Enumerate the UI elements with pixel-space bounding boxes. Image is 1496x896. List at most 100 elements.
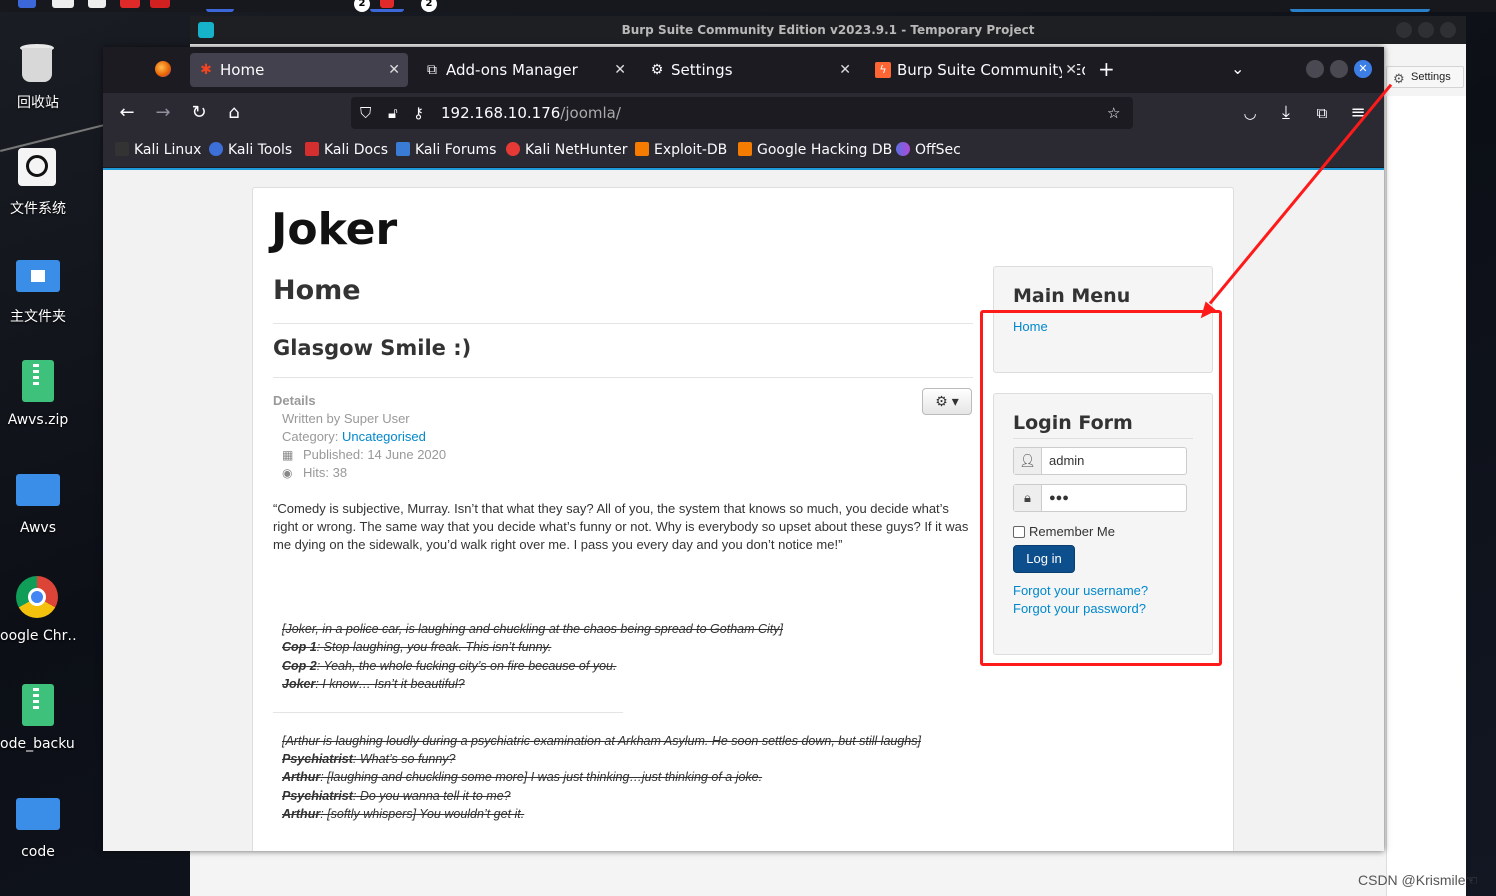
burp-titlebar: Burp Suite Community Edition v2023.9.1 -…	[190, 16, 1466, 44]
taskbar-app-icon[interactable]	[52, 0, 74, 8]
site-title[interactable]: Joker	[271, 204, 397, 255]
article-title: Glasgow Smile :)	[273, 336, 472, 360]
bookmark-kali-docs[interactable]: Kali Docs	[305, 133, 388, 168]
desktop-icon-code[interactable]: code	[0, 792, 76, 860]
desktop-icon-label: oogle Chr…	[0, 628, 76, 644]
line-text: : Stop laughing, you freak. This isn’t f…	[316, 640, 552, 654]
tab-home[interactable]: ✱ Home ✕	[190, 53, 408, 87]
maximize-button[interactable]	[1330, 60, 1348, 78]
bookmark-label: Exploit-DB	[654, 142, 728, 158]
dialogue-line: [Arthur is laughing loudly during a psyc…	[282, 734, 921, 748]
bookmark-kali-tools[interactable]: Kali Tools	[209, 133, 292, 168]
speaker: Psychiatrist	[282, 752, 353, 766]
nethunter-icon	[506, 142, 520, 156]
cpu-graph	[1290, 9, 1430, 12]
desktop-icon-home[interactable]: 主文件夹	[0, 254, 76, 326]
category-link[interactable]: Uncategorised	[342, 429, 426, 444]
category-label: Category:	[282, 429, 342, 444]
pocket-icon[interactable]: ◡	[1238, 101, 1262, 125]
desktop-icon-filesystem[interactable]: 文件系统	[0, 146, 76, 218]
zip-link-icon	[16, 684, 60, 728]
line-text: : I know… Isn’t it beautiful?	[315, 677, 465, 691]
speaker: Arthur	[282, 770, 321, 784]
desktop-icon-label: 回收站	[17, 95, 59, 111]
tab-burp[interactable]: ϟ Burp Suite Community Ed ✕	[867, 53, 1085, 87]
extensions-icon[interactable]: ⧉	[1310, 101, 1334, 125]
desktop-icon-label: 主文件夹	[10, 309, 66, 325]
close-button[interactable]	[1440, 22, 1456, 38]
desktop-icon-label: 文件系统	[10, 201, 66, 217]
firefox-icon[interactable]	[155, 61, 171, 77]
annotation-highlight-box	[980, 310, 1222, 666]
close-icon[interactable]: ✕	[614, 53, 626, 87]
close-icon[interactable]: ✕	[839, 53, 851, 87]
minimize-button[interactable]	[1396, 22, 1412, 38]
taskbar-app-icon[interactable]	[380, 0, 394, 8]
reload-icon[interactable]: ↻	[187, 101, 211, 125]
lock-icon[interactable]: 🔓︎	[388, 97, 398, 129]
published-meta: ▦ Published: 14 June 2020	[282, 447, 446, 462]
line-text: : [laughing and chuckling some more] I w…	[320, 770, 763, 784]
maximize-button[interactable]	[1418, 22, 1434, 38]
desktop-icon-chrome[interactable]: oogle Chr…	[0, 576, 76, 644]
desktop-icon-label: Awvs	[19, 520, 57, 536]
burp-settings-button[interactable]: ⚙ Settings	[1386, 66, 1464, 88]
bookmark-kali-nethunter[interactable]: Kali NetHunter	[506, 133, 627, 168]
bookmark-label: Kali Linux	[134, 142, 202, 158]
bookmark-label: Kali Forums	[415, 142, 497, 158]
chevron-down-icon[interactable]: ⌄	[1231, 59, 1244, 78]
dialogue-line: Cop 2: Yeah, the whole fucking city’s on…	[282, 659, 616, 673]
desktop-icon-awvs[interactable]: Awvs	[0, 468, 76, 536]
url-host: 192.168.10.176	[441, 104, 561, 122]
back-arrow-icon[interactable]: ←	[115, 101, 139, 125]
joomla-icon: ✱	[200, 62, 212, 78]
star-icon[interactable]: ☆	[1107, 97, 1120, 129]
bookmark-label: Kali Docs	[324, 142, 389, 158]
close-button[interactable]: ✕	[1354, 60, 1372, 78]
minimize-button[interactable]	[1306, 60, 1324, 78]
desktop-icon-label: Awvs.zip	[7, 412, 69, 428]
divider	[273, 323, 973, 324]
watermark: CSDN @Krismile☜	[1358, 872, 1479, 888]
bookmark-kali-forums[interactable]: Kali Forums	[396, 133, 496, 168]
tab-settings[interactable]: ⚙ Settings ✕	[641, 53, 859, 87]
bookmark-offsec[interactable]: OffSec	[896, 133, 961, 168]
kali-forums-icon	[396, 142, 410, 156]
hits-meta: ◉ Hits: 38	[282, 465, 347, 480]
forward-arrow-icon[interactable]: →	[151, 101, 175, 125]
zip-icon	[16, 360, 60, 404]
url-path: /joomla/	[560, 104, 621, 122]
tab-label: Home	[220, 61, 265, 79]
bookmark-exploit-db[interactable]: Exploit-DB	[635, 133, 727, 168]
taskbar-app-icon[interactable]	[88, 0, 106, 8]
category-meta: Category: Uncategorised	[282, 429, 426, 444]
desktop-icon-label: ode_backu…	[0, 736, 76, 752]
tab-label: Add-ons Manager	[446, 61, 578, 79]
key-icon[interactable]: ⚷	[413, 97, 424, 129]
desktop-icon-trash[interactable]: 回收站	[0, 40, 76, 112]
line-text: [Joker, in a police car, is laughing and…	[282, 622, 783, 636]
tab-addons[interactable]: ⧉ Add-ons Manager ✕	[416, 53, 634, 87]
gear-icon: ⚙	[935, 393, 948, 409]
speaker: Psychiatrist	[282, 789, 353, 803]
download-icon[interactable]: ⤓	[1274, 101, 1298, 125]
desktop-icon-code-backup[interactable]: ode_backu…	[0, 684, 76, 752]
home-icon[interactable]: ⌂	[222, 101, 246, 125]
taskbar-app-icon[interactable]	[18, 0, 36, 8]
taskbar-app-icon[interactable]	[120, 0, 140, 8]
bookmark-kali-linux[interactable]: Kali Linux	[115, 133, 201, 168]
taskbar-app-icon[interactable]	[150, 0, 170, 8]
folder-icon	[16, 468, 60, 512]
article-tools-button[interactable]: ⚙ ▾	[922, 388, 972, 415]
divider	[273, 377, 973, 378]
bookmark-ghdb[interactable]: Google Hacking DB	[738, 133, 892, 168]
line-text: : Do you wanna tell it to me?	[352, 789, 511, 803]
new-tab-button[interactable]: +	[1098, 57, 1115, 81]
url-bar[interactable]: ⛉ 🔓︎ ⚷ 192.168.10.176/joomla/ ☆	[351, 97, 1133, 129]
close-icon[interactable]: ✕	[1062, 53, 1077, 87]
close-icon[interactable]: ✕	[388, 53, 400, 87]
dialogue-line: Arthur: [laughing and chuckling some mor…	[282, 770, 762, 784]
shield-icon[interactable]: ⛉	[360, 97, 371, 129]
nav-toolbar: ← → ↻ ⌂ ⛉ 🔓︎ ⚷ 192.168.10.176/joomla/ ☆ …	[103, 93, 1384, 133]
desktop-icon-awvs-zip[interactable]: Awvs.zip	[0, 360, 76, 428]
